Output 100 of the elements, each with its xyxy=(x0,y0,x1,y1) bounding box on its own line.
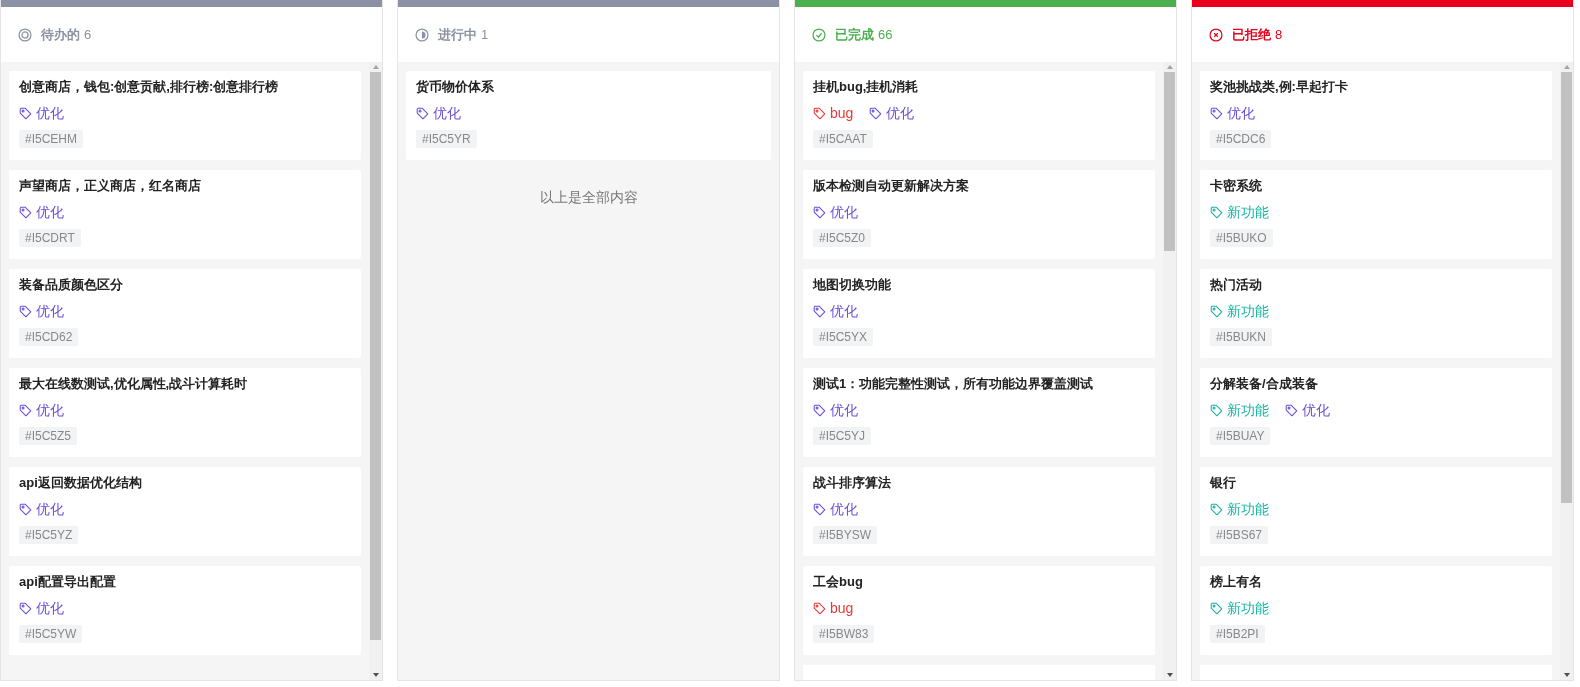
task-card[interactable]: 装备品质颜色区分 优化 #I5CD62 xyxy=(9,269,361,358)
task-card[interactable]: api返回数据优化结构 优化 #I5C5YZ xyxy=(9,467,361,556)
task-card[interactable]: 货币物价体系 优化 #I5C5YR xyxy=(406,71,771,160)
task-card[interactable]: 热门活动 新功能 #I5BUKN xyxy=(1200,269,1552,358)
task-card[interactable]: api配置导出配置 优化 #I5C5YW xyxy=(9,566,361,655)
card-title: 声望商店，正义商店，红名商店 xyxy=(19,177,202,195)
card-title: api配置导出配置 xyxy=(19,573,117,591)
task-card[interactable]: 最大在线数测试,优化属性,战斗计算耗时 优化 #I5C5Z5 xyxy=(9,368,361,457)
tag-icon xyxy=(1210,403,1223,417)
tag-icon xyxy=(1210,502,1223,516)
issue-id: #I5C5Z5 xyxy=(19,427,78,445)
tag-icon xyxy=(869,106,883,120)
issue-id: #I5CDRT xyxy=(19,229,81,247)
tag-label: 新功能 xyxy=(1227,203,1269,221)
tag-label: 优化 xyxy=(830,203,858,221)
task-card[interactable]: 战斗排序算法 优化 #I5BYSW xyxy=(803,467,1155,556)
card-title: 分解装备/合成装备 xyxy=(1210,375,1319,393)
scroll-thumb[interactable] xyxy=(370,72,381,641)
tag-label: 优化 xyxy=(886,104,915,122)
card-title: 测试1：功能完整性测试，所有功能边界覆盖测试 xyxy=(813,375,1095,393)
scrollbar[interactable] xyxy=(1560,62,1573,680)
task-card[interactable]: 工会bug bug #I5BW83 xyxy=(803,566,1155,655)
tag-icon xyxy=(1210,106,1223,120)
scrollbar[interactable] xyxy=(369,62,382,680)
task-card[interactable]: 分解装备/合成装备 新功能 优化 #I5BUAY xyxy=(1200,368,1552,457)
card-title: 挂机bug,挂机消耗 xyxy=(813,78,920,96)
task-card[interactable]: 版本检测自动更新解决方案 优化 #I5C5Z0 xyxy=(803,170,1155,259)
tag-label: 新功能 xyxy=(1227,599,1269,617)
card-title: 奖池挑战类,例:早起打卡 xyxy=(1210,78,1349,96)
tag-label: 优化 xyxy=(830,500,858,518)
tag-label: 优化 xyxy=(433,104,461,122)
column-title: 已完成 xyxy=(835,25,874,44)
card-title: 榜上有名 xyxy=(1210,573,1263,591)
task-card[interactable]: 银行 新功能 #I5BS67 xyxy=(1200,467,1552,556)
issue-id: #I5C5YR xyxy=(416,130,477,148)
tag-icon xyxy=(19,601,32,615)
issue-id: #I5CEHM xyxy=(19,130,83,148)
check-circle-icon xyxy=(812,27,826,42)
tag-label: 新功能 xyxy=(1227,401,1269,419)
issue-id: #I5BW83 xyxy=(813,625,875,643)
tag-label: bug xyxy=(830,599,854,617)
issue-id: #I5B2PI xyxy=(1210,625,1265,643)
column-title: 已拒绝 xyxy=(1232,25,1271,44)
task-card[interactable]: 奖池挑战类,例:早起打卡 优化 #I5CDC6 xyxy=(1200,71,1552,160)
status-icon xyxy=(18,27,32,42)
tag-icon xyxy=(19,304,32,318)
card-title: 工会bug xyxy=(813,573,864,591)
card-title: 最大在线数测试,优化属性,战斗计算耗时 xyxy=(19,375,249,393)
task-card[interactable]: 声望商店，正义商店，红名商店 优化 #I5CDRT xyxy=(9,170,361,259)
tag-icon xyxy=(19,106,32,120)
issue-id: #I5CAAT xyxy=(813,130,873,148)
column-title: 待办的 xyxy=(41,25,80,44)
tag-label: 优化 xyxy=(36,302,64,320)
task-card[interactable]: 榜上有名 新功能 #I5B2PI xyxy=(1200,566,1552,655)
card-title: 热门活动 xyxy=(1210,276,1263,294)
issue-id: #I5CD62 xyxy=(19,328,79,346)
issue-id: #I5BUKN xyxy=(1210,328,1273,346)
close-circle-icon xyxy=(1209,27,1223,42)
task-card[interactable]: 创意商店，钱包:创意贡献,排行榜:创意排行榜 优化 #I5CEHM xyxy=(9,71,361,160)
issue-id: #I5BYSW xyxy=(813,526,878,544)
card-title: 装备品质颜色区分 xyxy=(19,276,124,294)
scrollbar[interactable] xyxy=(1163,62,1176,680)
issue-id: #I5BUKO xyxy=(1210,229,1273,247)
column-title: 进行中 xyxy=(438,25,477,44)
tag-icon xyxy=(813,403,826,417)
tag-icon xyxy=(1285,403,1298,417)
tag-icon xyxy=(813,502,826,516)
tag-label: 优化 xyxy=(36,104,64,122)
task-card[interactable]: 卡密系统 新功能 #I5BUKO xyxy=(1200,170,1552,259)
scroll-thumb[interactable] xyxy=(1561,72,1572,503)
tag-label: 优化 xyxy=(1227,104,1255,122)
scroll-thumb[interactable] xyxy=(1164,72,1175,252)
tag-icon xyxy=(416,106,429,120)
card-title: 银行 xyxy=(1210,474,1237,492)
tag-label: 优化 xyxy=(830,302,858,320)
card-title: api返回数据优化结构 xyxy=(19,474,143,492)
task-card[interactable]: 地图切换功能 优化 #I5C5YX xyxy=(803,269,1155,358)
issue-id: #I5C5Z0 xyxy=(813,229,872,247)
tag-icon xyxy=(813,106,826,120)
card-title: 版本检测自动更新解决方案 xyxy=(813,177,970,195)
task-card[interactable]: 测试1：功能完整性测试，所有功能边界覆盖测试 优化 #I5C5YJ xyxy=(803,368,1155,457)
task-card[interactable]: 挂机bug,挂机消耗 bug 优化 #I5CAAT xyxy=(803,71,1155,160)
tag-label: 优化 xyxy=(36,599,64,617)
tag-icon xyxy=(813,601,826,615)
issue-id: #I5C5YZ xyxy=(19,526,79,544)
tag-icon xyxy=(1210,304,1223,318)
end-of-list-note: 以上是全部内容 xyxy=(539,188,638,207)
column-count: 66 xyxy=(878,25,893,44)
tag-label: 优化 xyxy=(36,500,64,518)
tag-label: 新功能 xyxy=(1227,500,1269,518)
issue-id: #I5C5YX xyxy=(813,328,874,346)
tag-label: 新功能 xyxy=(1227,302,1269,320)
tag-icon xyxy=(19,502,32,516)
tag-label: bug xyxy=(830,104,854,122)
tag-label: 优化 xyxy=(36,203,64,221)
issue-id: #I5C5YJ xyxy=(813,427,872,445)
tag-icon xyxy=(1210,205,1223,219)
tag-icon xyxy=(19,403,32,417)
card-title: 卡密系统 xyxy=(1210,177,1263,195)
tag-icon xyxy=(813,304,826,318)
